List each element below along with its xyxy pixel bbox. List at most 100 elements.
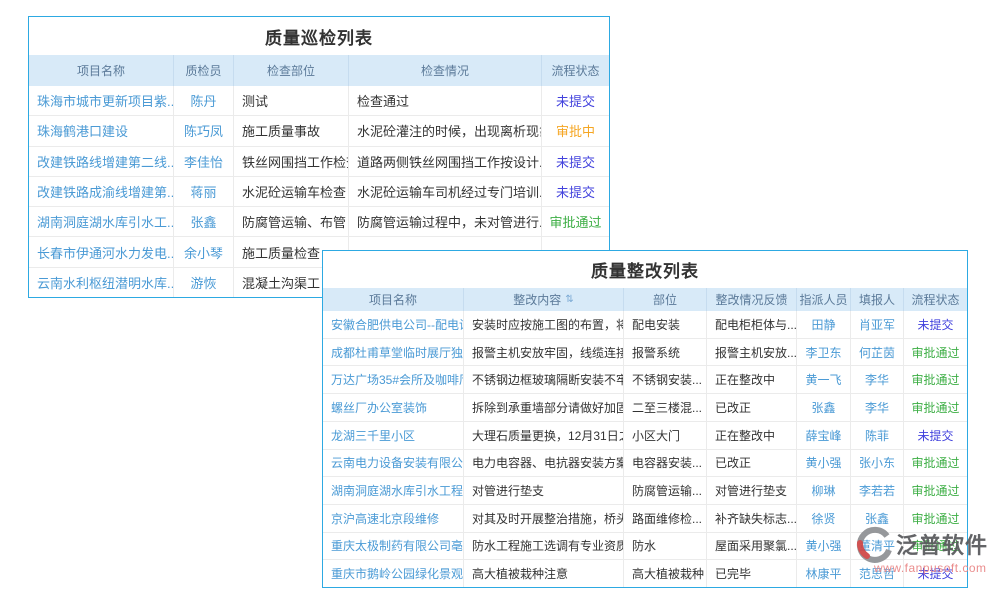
column-header-label: 整改情况反馈: [715, 291, 787, 308]
column-header-label: 检查部位: [267, 62, 315, 79]
column-header-status: 流程状态: [541, 55, 609, 86]
cell-assignee[interactable]: 徐贤: [796, 505, 850, 532]
cell-reporter[interactable]: 肖亚军: [850, 311, 903, 338]
status-badge: 未提交: [541, 177, 609, 206]
cell-project[interactable]: 京沪高速北京段维修: [323, 505, 463, 532]
cell-feedback: 正在整改中: [706, 422, 796, 449]
cell-reporter[interactable]: 何芷茵: [850, 339, 903, 366]
cell-assignee[interactable]: 张鑫: [796, 394, 850, 421]
column-header-label: 整改内容: [513, 291, 561, 308]
column-header-label: 部位: [653, 291, 677, 308]
cell-project[interactable]: 改建铁路线增建第二线...: [29, 147, 173, 176]
column-header-feedback: 整改情况反馈: [706, 288, 796, 311]
column-header-status: 流程状态: [903, 288, 967, 311]
cell-part: 铁丝网围挡工作检查: [233, 147, 348, 176]
cell-project[interactable]: 长春市伊通河水力发电...: [29, 237, 173, 266]
cell-content: 对管进行垫支: [463, 477, 623, 504]
column-header-label: 项目名称: [369, 291, 417, 308]
table-row: 安徽合肥供电公司--配电设备...安装时应按施工图的布置，将...配电安装配电柜…: [323, 311, 967, 338]
cell-inspector[interactable]: 游恢: [173, 268, 233, 297]
cell-project[interactable]: 改建铁路成渝线增建第...: [29, 177, 173, 206]
cell-project[interactable]: 湖南洞庭湖水库引水工程施工I标: [323, 477, 463, 504]
status-badge: 未提交: [903, 422, 967, 449]
cell-content: 高大植被栽种注意: [463, 560, 623, 587]
sort-icon[interactable]: ⇅: [565, 295, 573, 305]
cell-reporter[interactable]: 张小东: [850, 450, 903, 477]
cell-project[interactable]: 重庆市鹅岭公园绿化景观提升...: [323, 560, 463, 587]
column-header-reporter: 填报人: [850, 288, 903, 311]
fanpu-brand-row: 泛普软件: [854, 524, 1000, 564]
cell-project[interactable]: 云南电力设备安装有限公司20...: [323, 450, 463, 477]
cell-project[interactable]: 龙湖三千里小区: [323, 422, 463, 449]
cell-project[interactable]: 安徽合肥供电公司--配电设备...: [323, 311, 463, 338]
column-header-part: 部位: [623, 288, 706, 311]
cell-part: 路面维修检...: [623, 505, 706, 532]
table-row: 湖南洞庭湖水库引水工程施工I标对管进行垫支防腐管运输...对管进行垫支柳琳李若若…: [323, 476, 967, 504]
cell-situation: 水泥砼运输车司机经过专门培训...: [348, 177, 541, 206]
cell-reporter[interactable]: 李若若: [850, 477, 903, 504]
cell-feedback: 正在整改中: [706, 366, 796, 393]
cell-project[interactable]: 珠海市城市更新项目紫...: [29, 86, 173, 115]
cell-assignee[interactable]: 林康平: [796, 560, 850, 587]
cell-assignee[interactable]: 柳琳: [796, 477, 850, 504]
cell-assignee[interactable]: 黄小强: [796, 533, 850, 560]
cell-assignee[interactable]: 李卫东: [796, 339, 850, 366]
cell-part: 电容器安装...: [623, 450, 706, 477]
column-header-project: 项目名称: [29, 55, 173, 86]
cell-situation: 道路两侧铁丝网围挡工作按设计...: [348, 147, 541, 176]
cell-inspector[interactable]: 张鑫: [173, 207, 233, 236]
cell-reporter[interactable]: 陈菲: [850, 422, 903, 449]
cell-inspector[interactable]: 李佳怡: [173, 147, 233, 176]
cell-project[interactable]: 螺丝厂办公室装饰: [323, 394, 463, 421]
cell-reporter[interactable]: 李华: [850, 394, 903, 421]
cell-part: 高大植被栽种: [623, 560, 706, 587]
fanpu-brand-name: 泛普软件: [896, 528, 988, 560]
column-header-inspector: 质检员: [173, 55, 233, 86]
status-badge: 审批通过: [903, 394, 967, 421]
cell-feedback: 已改正: [706, 394, 796, 421]
cell-content: 电力电容器、电抗器安装方案,...: [463, 450, 623, 477]
cell-content: 不锈钢边框玻璃隔断安装不牢...: [463, 366, 623, 393]
cell-assignee[interactable]: 薛宝峰: [796, 422, 850, 449]
cell-assignee[interactable]: 田静: [796, 311, 850, 338]
cell-content: 安装时应按施工图的布置，将...: [463, 311, 623, 338]
status-badge: 审批中: [541, 116, 609, 145]
cell-content: 防水工程施工选调有专业资质...: [463, 533, 623, 560]
cell-assignee[interactable]: 黄小强: [796, 450, 850, 477]
column-header-label: 项目名称: [77, 62, 125, 79]
cell-content: 大理石质量更换，12月31日之...: [463, 422, 623, 449]
cell-feedback: 报警主机安放...: [706, 339, 796, 366]
cell-inspector[interactable]: 陈巧凤: [173, 116, 233, 145]
column-header-label: 填报人: [859, 291, 895, 308]
cell-reporter[interactable]: 李华: [850, 366, 903, 393]
cell-part: 配电安装: [623, 311, 706, 338]
cell-project[interactable]: 成都杜甫草堂临时展厅独立展...: [323, 339, 463, 366]
table-row: 珠海鹤港口建设陈巧凤施工质量事故水泥砼灌注的时候，出现离析现象审批中: [29, 115, 609, 145]
cell-project[interactable]: 万达广场35#会所及咖啡厅空...: [323, 366, 463, 393]
cell-project[interactable]: 湖南洞庭湖水库引水工...: [29, 207, 173, 236]
table-row: 改建铁路成渝线增建第...蒋丽水泥砼运输车检查水泥砼运输车司机经过专门培训...…: [29, 176, 609, 206]
cell-inspector[interactable]: 陈丹: [173, 86, 233, 115]
cell-part: 小区大门: [623, 422, 706, 449]
cell-assignee[interactable]: 黄一飞: [796, 366, 850, 393]
cell-situation: 防腐管运输过程中，未对管进行...: [348, 207, 541, 236]
quality-rectification-header-row: 项目名称整改内容⇅部位整改情况反馈指派人员填报人流程状态: [323, 288, 967, 311]
cell-inspector[interactable]: 蒋丽: [173, 177, 233, 206]
cell-part: 测试: [233, 86, 348, 115]
table-row: 改建铁路线增建第二线...李佳怡铁丝网围挡工作检查道路两侧铁丝网围挡工作按设计.…: [29, 146, 609, 176]
column-header-label: 流程状态: [911, 291, 959, 308]
cell-part: 水泥砼运输车检查: [233, 177, 348, 206]
cell-inspector[interactable]: 余小琴: [173, 237, 233, 266]
cell-part: 防水: [623, 533, 706, 560]
column-header-content[interactable]: 整改内容 ⇅: [463, 288, 623, 311]
table-row: 成都杜甫草堂临时展厅独立展...报警主机安放牢固，线缆连接...报警系统报警主机…: [323, 338, 967, 366]
cell-project[interactable]: 重庆太极制药有限公司亳州中...: [323, 533, 463, 560]
cell-content: 报警主机安放牢固，线缆连接...: [463, 339, 623, 366]
cell-part: 不锈钢安装...: [623, 366, 706, 393]
status-badge: 未提交: [541, 147, 609, 176]
cell-project[interactable]: 云南水利枢纽潜明水库...: [29, 268, 173, 297]
cell-project[interactable]: 珠海鹤港口建设: [29, 116, 173, 145]
table-row: 云南电力设备安装有限公司20...电力电容器、电抗器安装方案,...电容器安装.…: [323, 449, 967, 477]
cell-content: 对其及时开展整治措施，桥头...: [463, 505, 623, 532]
fanpu-url: www.fanpusoft.com: [854, 561, 1000, 575]
